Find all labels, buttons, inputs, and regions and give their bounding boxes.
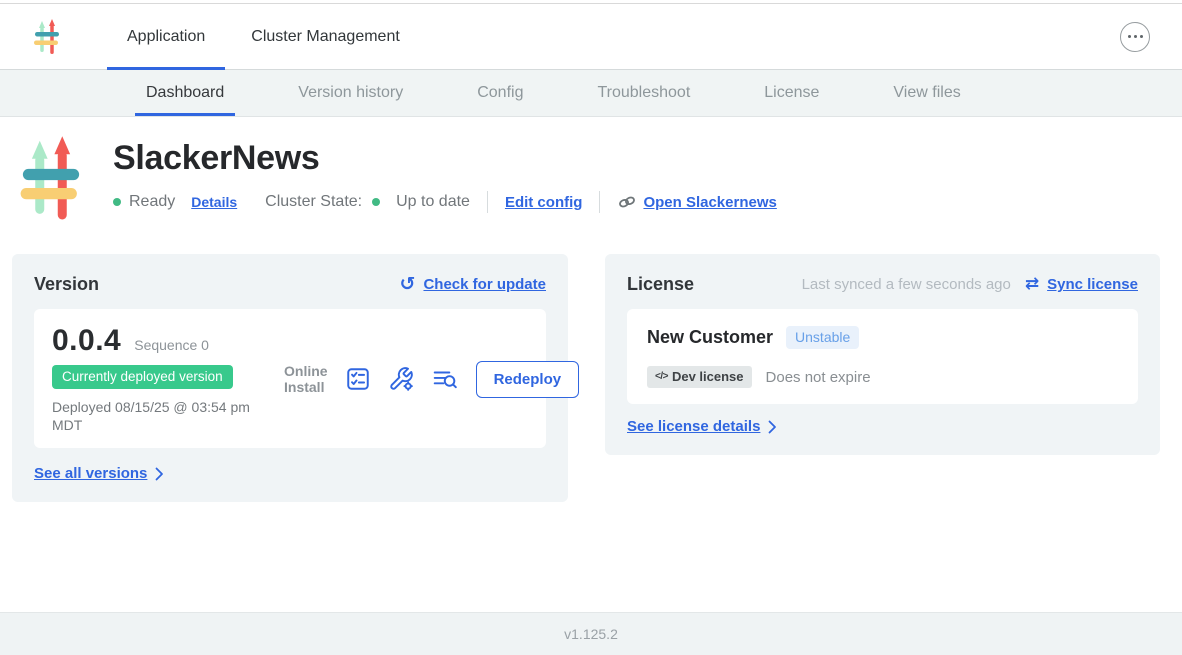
last-synced-label: Last synced a few seconds ago xyxy=(802,276,1011,293)
app-subnav: Dashboard Version history Config Trouble… xyxy=(0,70,1182,117)
version-card-title: Version xyxy=(34,274,99,295)
sync-icon: ⇄ xyxy=(1025,276,1039,293)
preflight-checklist-icon[interactable] xyxy=(345,366,371,392)
refresh-icon: ↺ xyxy=(400,275,416,294)
app-header-bar: Application Cluster Management xyxy=(0,4,1182,70)
open-app-link-label: Open Slackernews xyxy=(643,194,776,211)
license-details-box: New Customer Unstable </> Dev license Do… xyxy=(627,309,1138,404)
tab-config-label: Config xyxy=(477,84,523,102)
slackernews-app-logo xyxy=(17,134,85,224)
dashboard-cards: Version ↺ Check for update 0.0.4 Sequenc… xyxy=(12,254,1160,502)
sequence-label: Sequence 0 xyxy=(134,337,209,353)
cluster-state-label: Cluster State: xyxy=(265,193,362,211)
tab-license-label: License xyxy=(764,84,819,102)
license-card-title: License xyxy=(627,274,694,295)
install-type-label: Online Install xyxy=(284,363,328,395)
see-license-details-link[interactable]: See license details xyxy=(627,418,760,435)
tab-application-label: Application xyxy=(127,28,205,46)
app-status-dot xyxy=(113,198,121,206)
tab-view-files[interactable]: View files xyxy=(882,70,971,116)
divider xyxy=(487,191,488,213)
app-status-label: Ready xyxy=(129,193,175,211)
tab-dashboard-label: Dashboard xyxy=(146,84,224,102)
app-status-row: Ready Details Cluster State: Up to date … xyxy=(113,191,777,213)
tab-cluster-management[interactable]: Cluster Management xyxy=(231,4,420,69)
cluster-state-dot xyxy=(372,198,380,206)
channel-badge: Unstable xyxy=(786,326,859,349)
header-tabs: Application Cluster Management xyxy=(107,4,420,69)
link-icon xyxy=(617,194,637,210)
current-version-box: 0.0.4 Sequence 0 Currently deployed vers… xyxy=(34,309,546,448)
edit-config-link[interactable]: Edit config xyxy=(505,194,583,211)
chevron-right-icon xyxy=(768,420,777,434)
version-number: 0.0.4 xyxy=(52,324,121,358)
deployed-timestamp: Deployed 08/15/25 @ 03:54 pm MDT xyxy=(52,398,284,434)
slackernews-logo-icon xyxy=(32,17,62,57)
license-type-badge: </> Dev license xyxy=(647,366,752,388)
customer-name: New Customer xyxy=(647,327,773,348)
see-all-versions-link[interactable]: See all versions xyxy=(34,465,147,482)
details-link[interactable]: Details xyxy=(191,194,237,210)
redeploy-button[interactable]: Redeploy xyxy=(476,361,580,398)
deployed-status-badge: Currently deployed version xyxy=(52,365,233,389)
version-card: Version ↺ Check for update 0.0.4 Sequenc… xyxy=(12,254,568,502)
page-title: SlackerNews xyxy=(113,139,777,178)
license-card: License Last synced a few seconds ago ⇄ … xyxy=(605,254,1160,455)
brand-logo xyxy=(32,4,62,69)
application-header: SlackerNews Ready Details Cluster State:… xyxy=(0,117,1182,224)
console-footer: v1.125.2 xyxy=(0,612,1182,655)
console-version: v1.125.2 xyxy=(564,626,618,642)
sync-license-label: Sync license xyxy=(1047,276,1138,293)
tab-troubleshoot-label: Troubleshoot xyxy=(597,84,690,102)
tab-version-history-label: Version history xyxy=(298,84,403,102)
tab-application[interactable]: Application xyxy=(107,4,225,69)
view-logs-icon[interactable] xyxy=(431,366,459,392)
sync-license-link[interactable]: ⇄ Sync license xyxy=(1025,276,1138,293)
tab-view-files-label: View files xyxy=(893,84,960,102)
tab-license[interactable]: License xyxy=(753,70,830,116)
tab-cluster-management-label: Cluster Management xyxy=(251,28,400,46)
ellipsis-icon xyxy=(1128,35,1131,38)
open-app-link[interactable]: Open Slackernews xyxy=(617,194,776,211)
cluster-state-value: Up to date xyxy=(396,193,470,211)
config-wrench-icon[interactable] xyxy=(388,366,414,392)
check-for-update-link[interactable]: ↺ Check for update xyxy=(400,275,546,294)
divider xyxy=(599,191,600,213)
overflow-menu-button[interactable] xyxy=(1120,22,1150,52)
license-type-label: Dev license xyxy=(672,369,744,384)
check-for-update-label: Check for update xyxy=(423,276,546,293)
main-content: SlackerNews Ready Details Cluster State:… xyxy=(0,117,1182,612)
code-icon: </> xyxy=(655,371,668,382)
license-expiry: Does not expire xyxy=(766,369,871,386)
tab-version-history[interactable]: Version history xyxy=(287,70,414,116)
chevron-right-icon xyxy=(155,467,164,481)
tab-troubleshoot[interactable]: Troubleshoot xyxy=(586,70,701,116)
tab-config[interactable]: Config xyxy=(466,70,534,116)
header-right xyxy=(1120,4,1182,69)
tab-dashboard[interactable]: Dashboard xyxy=(135,70,235,116)
